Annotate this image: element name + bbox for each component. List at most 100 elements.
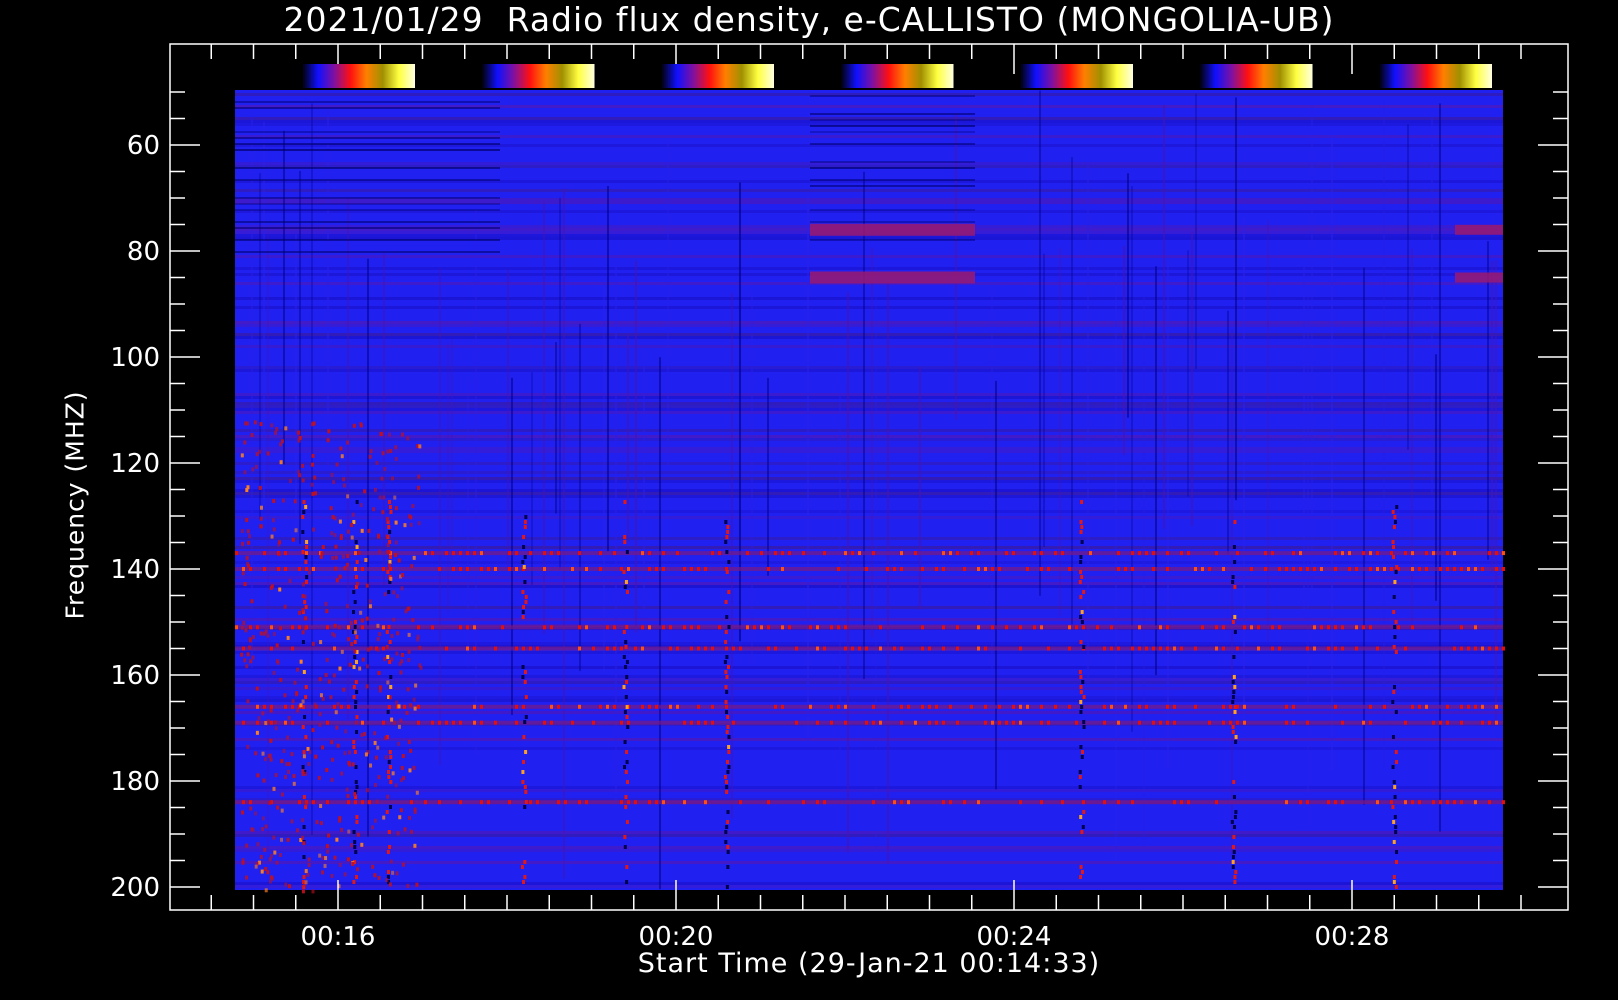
burst-pixel [622, 570, 626, 574]
noise-pixel [412, 555, 416, 560]
burst-pixel [305, 540, 309, 544]
noise-pixel [407, 649, 411, 654]
burst-pixel [726, 760, 730, 764]
emission-dot [1495, 646, 1498, 651]
emission-dot [1019, 625, 1022, 630]
burst-pixel [1395, 565, 1399, 569]
emission-dot [767, 646, 770, 651]
texture-band [235, 618, 1503, 621]
burst-pixel [623, 845, 627, 849]
emission-dot [305, 567, 308, 571]
emission-dot [1145, 704, 1148, 709]
emission-dot [1278, 567, 1281, 571]
emission-dot [1138, 551, 1141, 556]
emission-dot [431, 720, 434, 725]
x-axis-label: Start Time (29-Jan-21 00:14:33) [637, 948, 1101, 979]
emission-dot [326, 625, 329, 630]
burst-pixel [1231, 695, 1235, 699]
texture-streak [1235, 97, 1237, 501]
emission-dot [1103, 720, 1106, 725]
emission-dot [1327, 625, 1330, 630]
burst-pixel [352, 685, 356, 689]
texture-band [235, 131, 500, 133]
noise-pixel [395, 700, 399, 705]
emission-dot [837, 704, 840, 709]
texture-streak [1087, 166, 1089, 683]
emission-dot [1418, 704, 1421, 709]
noise-pixel [246, 744, 250, 749]
noise-pixel [307, 857, 311, 862]
emission-dot [543, 720, 546, 725]
emission-dot [1215, 625, 1218, 630]
emission-dot [725, 704, 728, 709]
emission-dot [977, 800, 980, 805]
texture-band [235, 786, 1503, 789]
noise-pixel [355, 581, 359, 586]
emission-dot [1215, 800, 1218, 805]
emission-dot [1264, 551, 1267, 556]
emission-dot [459, 800, 462, 805]
emission-dot [1047, 646, 1050, 651]
burst-pixel [1391, 735, 1395, 739]
noise-pixel [384, 735, 388, 740]
noise-pixel [311, 641, 315, 646]
emission-dot [739, 800, 742, 805]
burst-pixel [725, 885, 729, 889]
burst-pixel [354, 850, 358, 854]
noise-pixel [291, 537, 295, 542]
texture-streak [259, 173, 261, 520]
emission-dot [284, 551, 287, 556]
emission-dot [1292, 567, 1295, 571]
burst-pixel [1233, 875, 1237, 879]
emission-dot [235, 625, 238, 630]
noise-pixel [377, 775, 381, 780]
spectrogram-chart: 608010012014016018020000:16 00:20 00:24 00:… [110, 43, 1569, 952]
burst-pixel [1394, 620, 1398, 624]
emission-dot [1033, 551, 1036, 556]
burst-pixel [1233, 685, 1237, 689]
emission-dot [1222, 720, 1225, 725]
noise-pixel [360, 528, 364, 533]
emission-dot [1166, 646, 1169, 651]
noise-pixel [342, 477, 346, 482]
emission-dot [312, 800, 315, 805]
burst-pixel [304, 735, 308, 739]
burst-pixel [724, 600, 728, 604]
emission-dot [284, 720, 287, 725]
emission-dot [1411, 567, 1414, 571]
emission-dot [690, 625, 693, 630]
emission-dot [641, 625, 644, 630]
texture-band [810, 131, 975, 133]
noise-pixel [262, 778, 266, 783]
emission-dot [1117, 720, 1120, 725]
noise-pixel [333, 855, 337, 860]
noise-pixel [407, 514, 411, 519]
burst-pixel [304, 605, 308, 609]
burst-pixel [389, 510, 393, 514]
burst-pixel [354, 780, 358, 784]
emission-dot [1131, 551, 1134, 556]
burst-pixel [387, 775, 391, 779]
noise-pixel [394, 540, 398, 545]
noise-pixel [240, 652, 244, 657]
emission-dot [522, 646, 525, 651]
burst-pixel [1231, 855, 1235, 859]
burst-pixel [302, 510, 306, 514]
noise-pixel [266, 870, 270, 875]
noise-pixel [397, 558, 401, 563]
emission-dot [417, 720, 420, 725]
noise-pixel [380, 431, 384, 436]
noise-pixel [338, 666, 342, 671]
noise-pixel [321, 545, 325, 550]
emission-dot [1166, 625, 1169, 630]
burst-pixel [389, 765, 393, 769]
emission-dot [1271, 625, 1274, 630]
burst-pixel [1394, 825, 1398, 829]
texture-band [235, 849, 1503, 852]
emission-dot [711, 646, 714, 651]
texture-streak [1267, 220, 1269, 642]
emission-dot [816, 646, 819, 651]
noise-pixel [301, 699, 305, 704]
burst-pixel [624, 580, 628, 584]
emission-dot [578, 704, 581, 709]
